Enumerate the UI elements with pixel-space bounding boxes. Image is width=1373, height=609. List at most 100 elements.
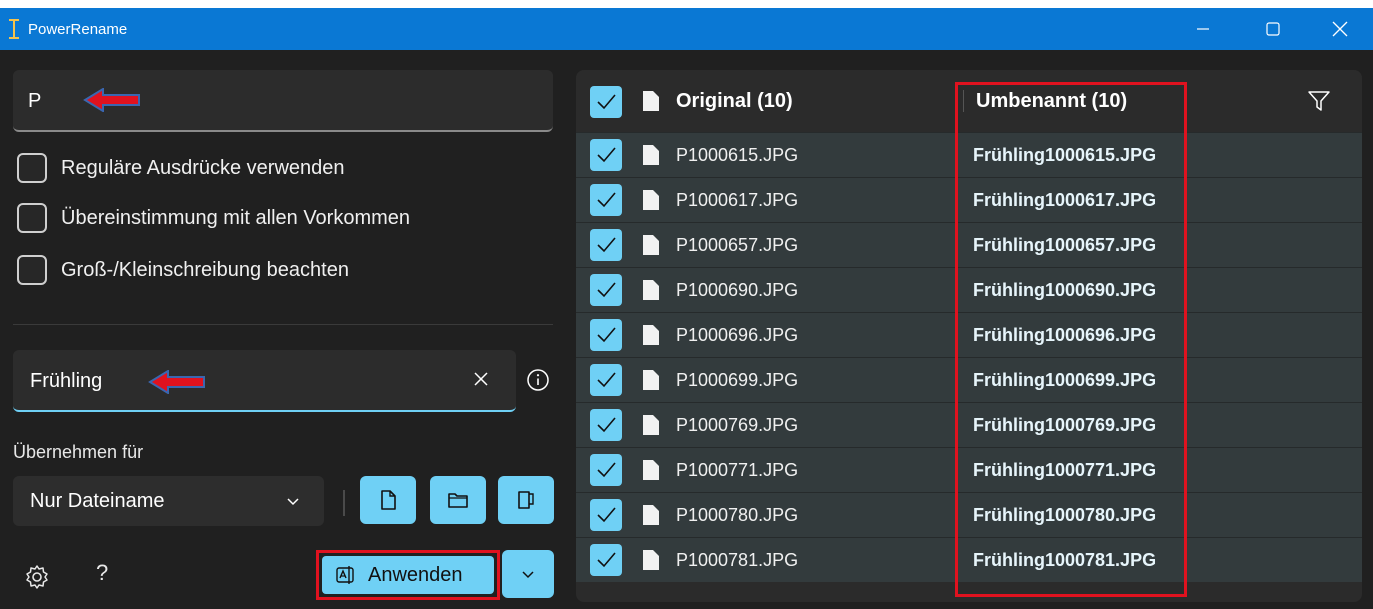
apply-button[interactable]: Anwenden [322,556,494,594]
checkmark-icon [597,372,616,388]
file-icon [643,325,659,345]
row-checkbox[interactable] [590,499,622,531]
row-checkbox[interactable] [590,409,622,441]
checkmark-icon [597,282,616,298]
original-filename: P1000769.JPG [676,415,799,435]
row-checkbox[interactable] [590,454,622,486]
file-icon [643,190,659,210]
info-icon[interactable] [526,368,550,392]
row-checkbox[interactable] [590,364,622,396]
search-input[interactable]: P [13,70,553,132]
renamed-filename: Frühling1000615.JPG [973,145,1157,165]
file-icon [643,235,659,255]
match-all-label: Übereinstimmung mit allen Vorkommen [61,206,411,229]
table-row[interactable]: P1000699.JPG Frühling1000699.JPG [576,357,1362,402]
arrow-left-icon [148,370,205,394]
table-row[interactable]: P1000657.JPG Frühling1000657.JPG [576,222,1362,267]
select-all-checkbox[interactable] [590,86,622,118]
file-and-folder-icon [518,491,534,509]
close-button[interactable] [1307,8,1373,50]
checkmark-icon [597,552,616,568]
checkmark-icon [597,94,616,110]
original-filename: P1000696.JPG [676,325,799,345]
table-row[interactable]: P1000615.JPG Frühling1000615.JPG [576,132,1362,177]
chevron-down-icon [522,571,534,579]
table-row[interactable]: P1000690.JPG Frühling1000690.JPG [576,267,1362,312]
apply-options-button[interactable] [502,550,554,598]
rename-icon [336,566,354,584]
powerrename-icon [9,19,19,39]
help-icon[interactable]: ? [96,560,108,586]
table-row[interactable]: P1000781.JPG Frühling1000781.JPG [576,537,1362,582]
divider [343,490,345,516]
renamed-filename: Frühling1000696.JPG [973,325,1157,345]
original-filename: P1000617.JPG [676,190,799,210]
table-row[interactable]: P1000617.JPG Frühling1000617.JPG [576,177,1362,222]
apply-for-selected: Nur Dateiname [30,490,165,512]
include-subfolders-button[interactable] [498,476,554,524]
replace-input-value: Frühling [30,370,103,392]
maximize-icon [1266,22,1280,36]
original-filename: P1000657.JPG [676,235,799,255]
row-checkbox[interactable] [590,139,622,171]
regex-checkbox[interactable] [17,153,47,183]
renamed-filename: Frühling1000769.JPG [973,415,1157,435]
maximize-button[interactable] [1240,8,1306,50]
settings-icon[interactable] [24,564,50,590]
renamed-filename: Frühling1000780.JPG [973,505,1157,525]
row-checkbox[interactable] [590,229,622,261]
title-bar: PowerRename [0,8,1373,50]
file-icon [643,460,659,480]
window-title: PowerRename [28,21,128,38]
table-header: Original (10) Umbenannt (10) [576,70,1362,132]
option-regex[interactable]: Reguläre Ausdrücke verwenden [17,152,345,184]
checkmark-icon [597,462,616,478]
column-header-original[interactable]: Original (10) [676,90,793,113]
original-filename: P1000771.JPG [676,460,799,480]
checkmark-icon [597,237,616,253]
column-header-renamed[interactable]: Umbenannt (10) [976,90,1127,113]
file-icon [643,280,659,300]
replace-input[interactable]: Frühling [13,350,516,412]
minimize-icon [1197,28,1209,30]
include-folders-button[interactable] [430,476,486,524]
minimize-button[interactable] [1170,8,1236,50]
option-match-all[interactable]: Übereinstimmung mit allen Vorkommen [17,202,410,234]
filter-icon[interactable] [1306,88,1332,114]
file-icon [381,490,396,510]
row-checkbox[interactable] [590,319,622,351]
divider [13,324,553,325]
row-checkbox[interactable] [590,184,622,216]
file-icon [643,145,659,165]
original-filename: P1000699.JPG [676,370,799,390]
column-divider [963,90,964,112]
row-checkbox[interactable] [590,544,622,576]
apply-for-label: Übernehmen für [13,442,144,462]
file-icon [643,505,659,525]
table-row[interactable]: P1000780.JPG Frühling1000780.JPG [576,492,1362,537]
search-input-value: P [28,90,42,112]
match-all-checkbox[interactable] [17,203,47,233]
powerrename-window: PowerRename P Reguläre Ausdrücke verwend… [0,8,1373,609]
table-row[interactable]: P1000769.JPG Frühling1000769.JPG [576,402,1362,447]
apply-for-dropdown[interactable]: Nur Dateiname [13,476,324,526]
apply-button-label: Anwenden [368,563,463,586]
checkmark-icon [597,147,616,163]
renamed-filename: Frühling1000617.JPG [973,190,1157,210]
clear-icon [474,372,488,386]
chevron-down-icon [287,498,299,506]
row-checkbox[interactable] [590,274,622,306]
table-row[interactable]: P1000696.JPG Frühling1000696.JPG [576,312,1362,357]
original-filename: P1000780.JPG [676,505,799,525]
option-case-sensitive[interactable]: Groß-/Kleinschreibung beachten [17,254,349,286]
original-filename: P1000781.JPG [676,550,799,570]
regex-label: Reguläre Ausdrücke verwenden [61,156,345,179]
include-files-button[interactable] [360,476,416,524]
clear-button[interactable] [468,366,494,392]
table-row[interactable]: P1000771.JPG Frühling1000771.JPG [576,447,1362,492]
close-icon [1332,21,1348,37]
file-icon [643,550,659,570]
arrow-left-icon [83,88,140,112]
case-sensitive-checkbox[interactable] [17,255,47,285]
renamed-filename: Frühling1000699.JPG [973,370,1157,390]
